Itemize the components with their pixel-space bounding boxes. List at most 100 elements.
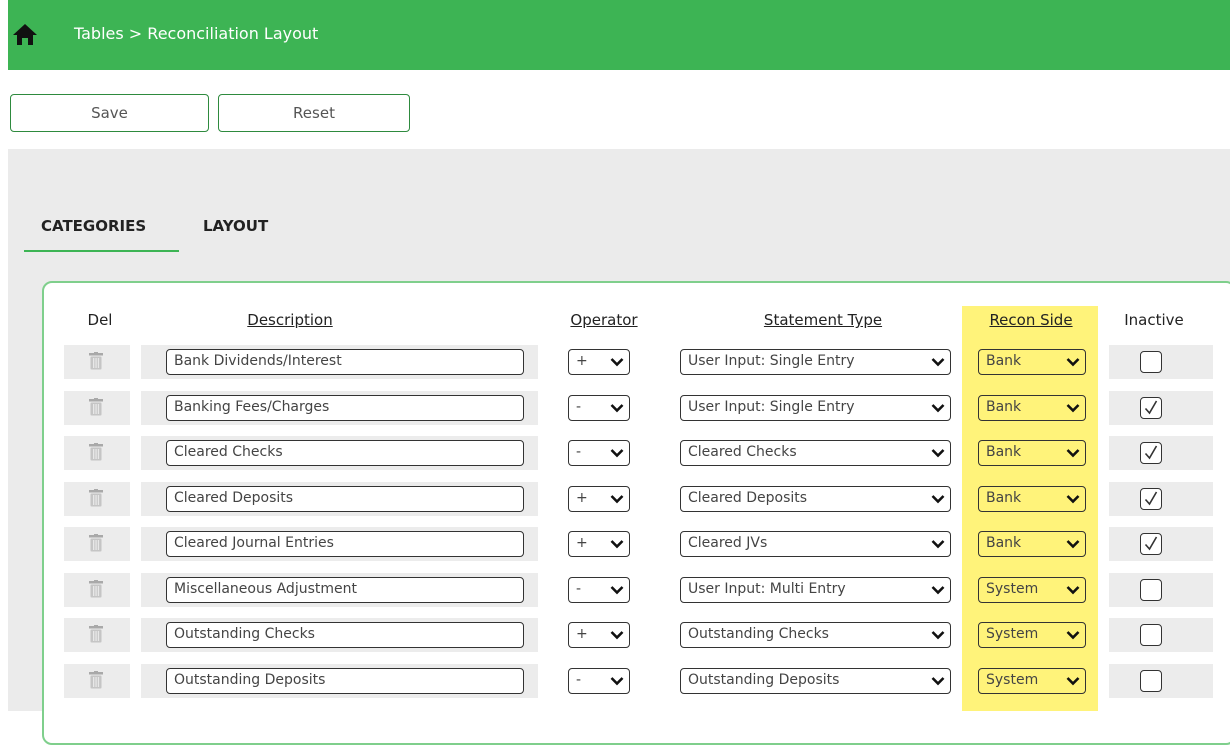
chevron-down-icon: [931, 403, 945, 412]
chevron-down-icon: [931, 585, 945, 594]
chevron-down-icon: [610, 449, 624, 458]
chevron-down-icon: [931, 494, 945, 503]
inactive-checkbox[interactable]: [1140, 578, 1162, 601]
statement-type-select[interactable]: Cleared Deposits: [680, 485, 951, 512]
description-input[interactable]: Miscellaneous Adjustment: [166, 576, 524, 603]
recon-side-select[interactable]: System: [978, 576, 1086, 603]
operator-value: -: [576, 671, 582, 688]
header-recon-side[interactable]: Recon Side: [989, 311, 1072, 329]
operator-select[interactable]: -: [568, 394, 630, 421]
statement-type-select[interactable]: User Input: Single Entry: [680, 349, 951, 375]
operator-value: +: [576, 626, 588, 642]
chevron-down-icon: [1066, 631, 1080, 640]
header-operator[interactable]: Operator: [570, 311, 637, 329]
save-button[interactable]: Save: [10, 94, 209, 132]
chevron-down-icon: [1066, 676, 1080, 685]
chevron-down-icon: [931, 449, 945, 458]
statement-type-select[interactable]: User Input: Single Entry: [680, 394, 951, 421]
trash-icon[interactable]: [89, 625, 103, 643]
description-input[interactable]: Outstanding Deposits: [166, 667, 524, 694]
statement-type-value: User Input: Single Entry: [688, 398, 855, 415]
checkmark-icon: [1144, 536, 1158, 551]
operator-select[interactable]: -: [568, 667, 630, 694]
statement-type-value: User Input: Multi Entry: [688, 580, 846, 597]
tab-categories[interactable]: CATEGORIES: [41, 217, 146, 235]
recon-side-value: Bank: [986, 489, 1022, 506]
recon-side-value: System: [986, 580, 1039, 597]
chevron-down-icon: [1066, 449, 1080, 458]
statement-type-value: Cleared Deposits: [688, 489, 808, 506]
operator-value: +: [576, 489, 588, 506]
chevron-down-icon: [610, 358, 624, 367]
tab-layout[interactable]: LAYOUT: [203, 217, 268, 235]
recon-side-select[interactable]: System: [978, 667, 1086, 694]
trash-icon[interactable]: [89, 670, 103, 689]
chevron-down-icon: [931, 676, 945, 685]
recon-side-select[interactable]: Bank: [978, 485, 1086, 512]
recon-side-select[interactable]: Bank: [978, 531, 1086, 557]
operator-select[interactable]: -: [568, 440, 630, 466]
statement-type-select[interactable]: Outstanding Deposits: [680, 667, 951, 694]
operator-select[interactable]: -: [568, 576, 630, 603]
active-tab-indicator: [24, 250, 179, 252]
statement-type-value: Outstanding Deposits: [688, 671, 840, 688]
inactive-checkbox[interactable]: [1140, 396, 1162, 419]
inactive-checkbox[interactable]: [1140, 442, 1162, 464]
statement-type-select[interactable]: Cleared Checks: [680, 440, 951, 466]
description-input[interactable]: Bank Dividends/Interest: [166, 349, 524, 375]
trash-icon[interactable]: [89, 397, 103, 416]
inactive-checkbox[interactable]: [1140, 624, 1162, 646]
chevron-down-icon: [610, 676, 624, 685]
header-description[interactable]: Description: [247, 311, 332, 329]
chevron-down-icon: [610, 540, 624, 549]
operator-select[interactable]: +: [568, 485, 630, 512]
inactive-checkbox[interactable]: [1140, 351, 1162, 373]
trash-icon[interactable]: [89, 488, 103, 507]
statement-type-value: Outstanding Checks: [688, 626, 829, 642]
statement-type-select[interactable]: Cleared JVs: [680, 531, 951, 557]
recon-side-value: System: [986, 671, 1039, 688]
reset-button[interactable]: Reset: [218, 94, 410, 132]
operator-select[interactable]: +: [568, 349, 630, 375]
chevron-down-icon: [1066, 540, 1080, 549]
home-icon[interactable]: [12, 22, 38, 46]
trash-icon[interactable]: [89, 443, 103, 461]
operator-select[interactable]: +: [568, 622, 630, 648]
chevron-down-icon: [931, 358, 945, 367]
chevron-down-icon: [1066, 358, 1080, 367]
header-del: Del: [87, 311, 113, 329]
chevron-down-icon: [1066, 494, 1080, 503]
chevron-down-icon: [610, 585, 624, 594]
description-input[interactable]: Outstanding Checks: [166, 622, 524, 648]
inactive-checkbox[interactable]: [1140, 533, 1162, 555]
description-input[interactable]: Cleared Deposits: [166, 485, 524, 512]
operator-select[interactable]: +: [568, 531, 630, 557]
operator-value: +: [576, 535, 588, 551]
recon-side-select[interactable]: System: [978, 622, 1086, 648]
description-input[interactable]: Cleared Journal Entries: [166, 531, 524, 557]
recon-side-value: Bank: [986, 353, 1022, 369]
toolbar: Save Reset: [8, 70, 1230, 149]
statement-type-select[interactable]: User Input: Multi Entry: [680, 576, 951, 603]
inactive-checkbox[interactable]: [1140, 487, 1162, 510]
checkmark-icon: [1144, 400, 1158, 414]
recon-side-value: Bank: [986, 535, 1022, 551]
operator-value: -: [576, 444, 582, 460]
description-input[interactable]: Banking Fees/Charges: [166, 394, 524, 421]
description-input[interactable]: Cleared Checks: [166, 440, 524, 466]
inactive-checkbox[interactable]: [1140, 669, 1162, 692]
statement-type-select[interactable]: Outstanding Checks: [680, 622, 951, 648]
recon-side-value: System: [986, 626, 1039, 642]
chevron-down-icon: [931, 631, 945, 640]
operator-value: -: [576, 580, 582, 597]
breadcrumb[interactable]: Tables > Reconciliation Layout: [74, 24, 318, 43]
trash-icon[interactable]: [89, 352, 103, 370]
recon-side-select[interactable]: Bank: [978, 349, 1086, 375]
recon-side-select[interactable]: Bank: [978, 394, 1086, 421]
trash-icon[interactable]: [89, 579, 103, 598]
recon-side-select[interactable]: Bank: [978, 440, 1086, 466]
statement-type-value: Cleared Checks: [688, 444, 797, 460]
header-statement-type[interactable]: Statement Type: [764, 311, 882, 329]
recon-side-value: Bank: [986, 444, 1022, 460]
trash-icon[interactable]: [89, 534, 103, 552]
